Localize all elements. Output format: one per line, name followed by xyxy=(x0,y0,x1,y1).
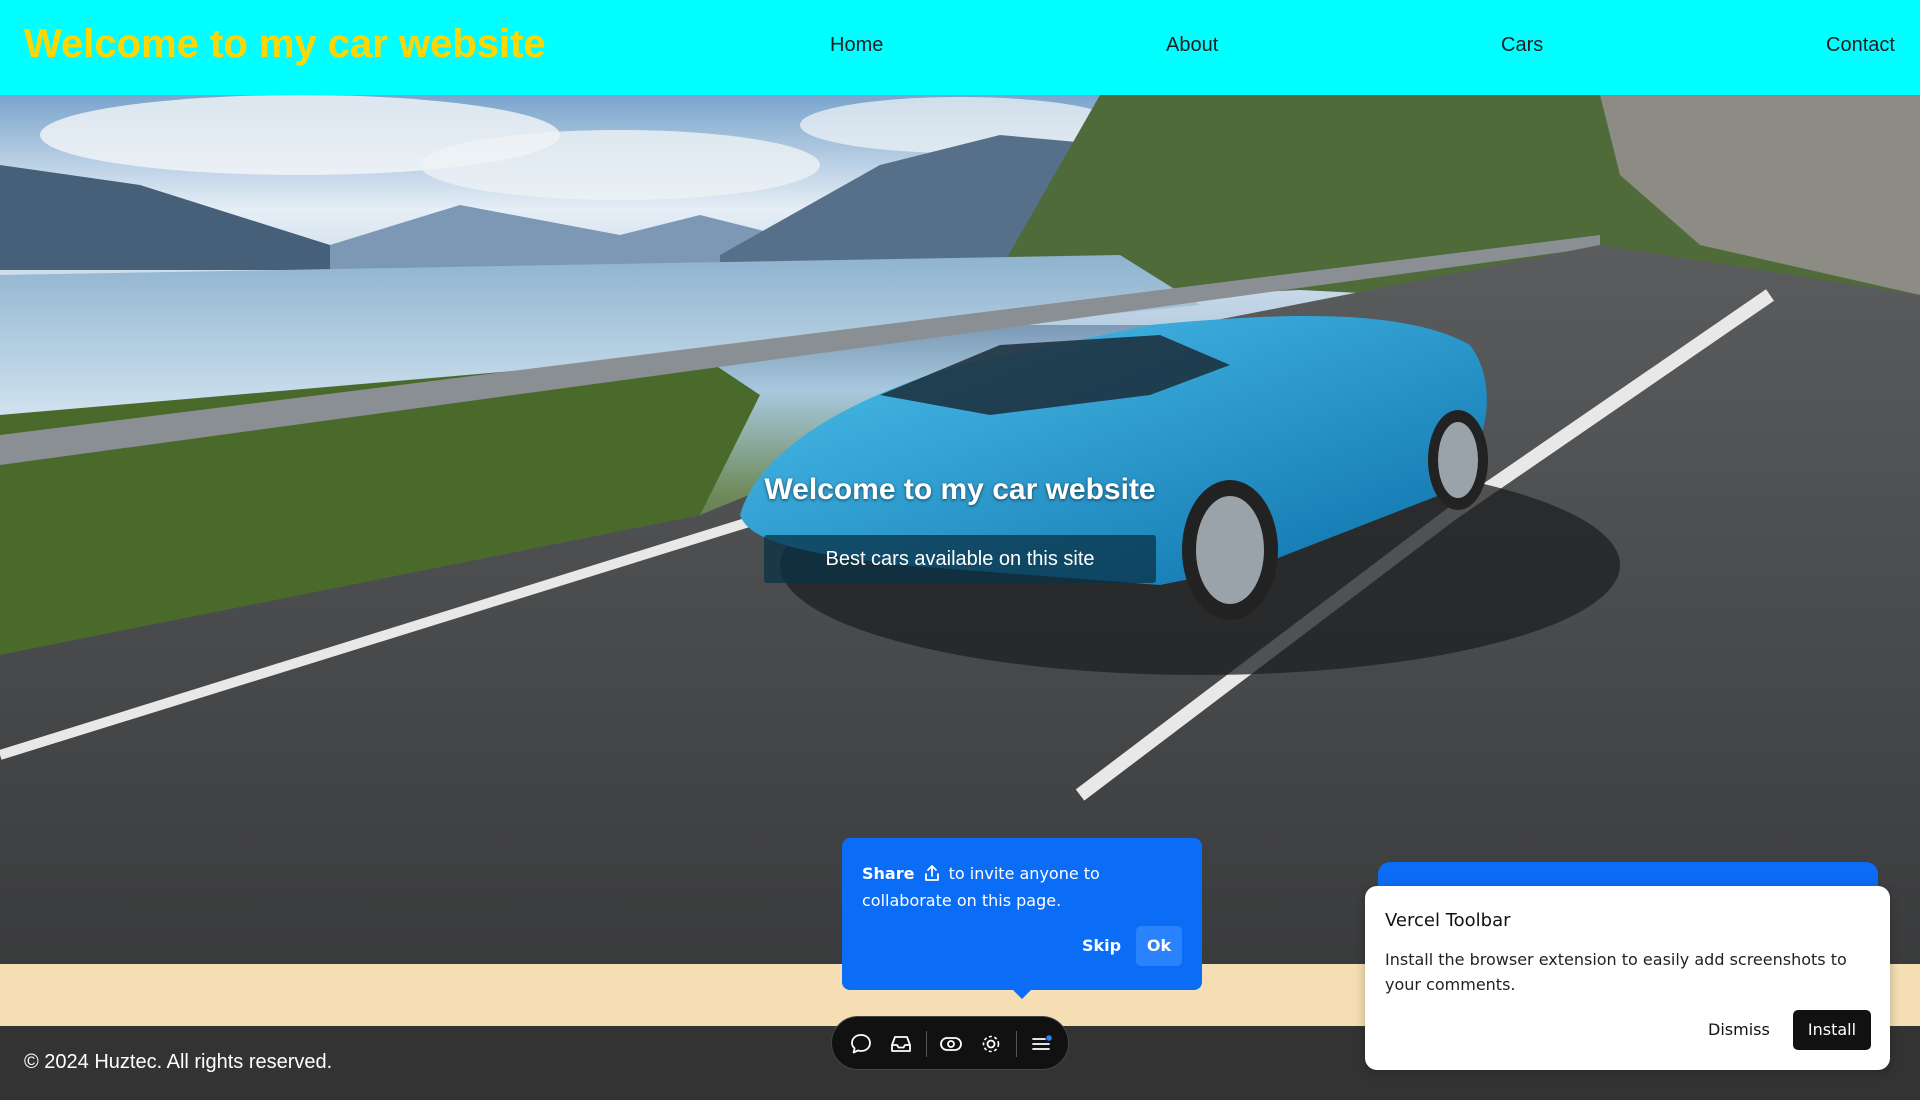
site-brand[interactable]: Welcome to my car website xyxy=(24,22,546,67)
eye-icon[interactable] xyxy=(938,1031,964,1057)
nav-link-about[interactable]: About xyxy=(1166,34,1218,57)
install-button[interactable]: Install xyxy=(1793,1010,1871,1050)
popup-caret xyxy=(1012,989,1032,999)
nav-link-home[interactable]: Home xyxy=(830,34,883,57)
hero-section: Welcome to my car website Best cars avai… xyxy=(0,95,1920,964)
vercel-toolbar-card: Vercel Toolbar Install the browser exten… xyxy=(1365,886,1890,1070)
collaboration-toolbar xyxy=(831,1016,1069,1070)
vercel-card-title: Vercel Toolbar xyxy=(1385,910,1511,931)
share-popup-message: Share to invite anyone to collaborate on… xyxy=(862,860,1187,914)
site-header: Welcome to my car website Home About Car… xyxy=(0,0,1920,95)
share-icon xyxy=(924,865,939,881)
hero-title: Welcome to my car website xyxy=(764,473,1156,506)
menu-icon[interactable] xyxy=(1028,1031,1054,1057)
settings-icon[interactable] xyxy=(978,1031,1004,1057)
toolbar-separator xyxy=(926,1031,927,1057)
share-onboarding-popup: Share to invite anyone to collaborate on… xyxy=(842,838,1202,999)
nav-link-cars[interactable]: Cars xyxy=(1501,34,1543,57)
dismiss-button[interactable]: Dismiss xyxy=(1708,1020,1770,1039)
share-popup-bold: Share xyxy=(862,864,915,883)
hero-background-image xyxy=(0,95,1920,964)
inbox-icon[interactable] xyxy=(888,1031,914,1057)
skip-button[interactable]: Skip xyxy=(1082,936,1121,955)
toolbar-separator xyxy=(1016,1031,1017,1057)
ok-button[interactable]: Ok xyxy=(1136,926,1182,966)
vercel-card-description: Install the browser extension to easily … xyxy=(1385,950,1847,994)
hero-subtitle: Best cars available on this site xyxy=(764,535,1156,583)
nav-link-contact[interactable]: Contact xyxy=(1826,34,1895,57)
comment-icon[interactable] xyxy=(848,1031,874,1057)
footer-copyright: © 2024 Huztec. All rights reserved. xyxy=(24,1051,333,1073)
